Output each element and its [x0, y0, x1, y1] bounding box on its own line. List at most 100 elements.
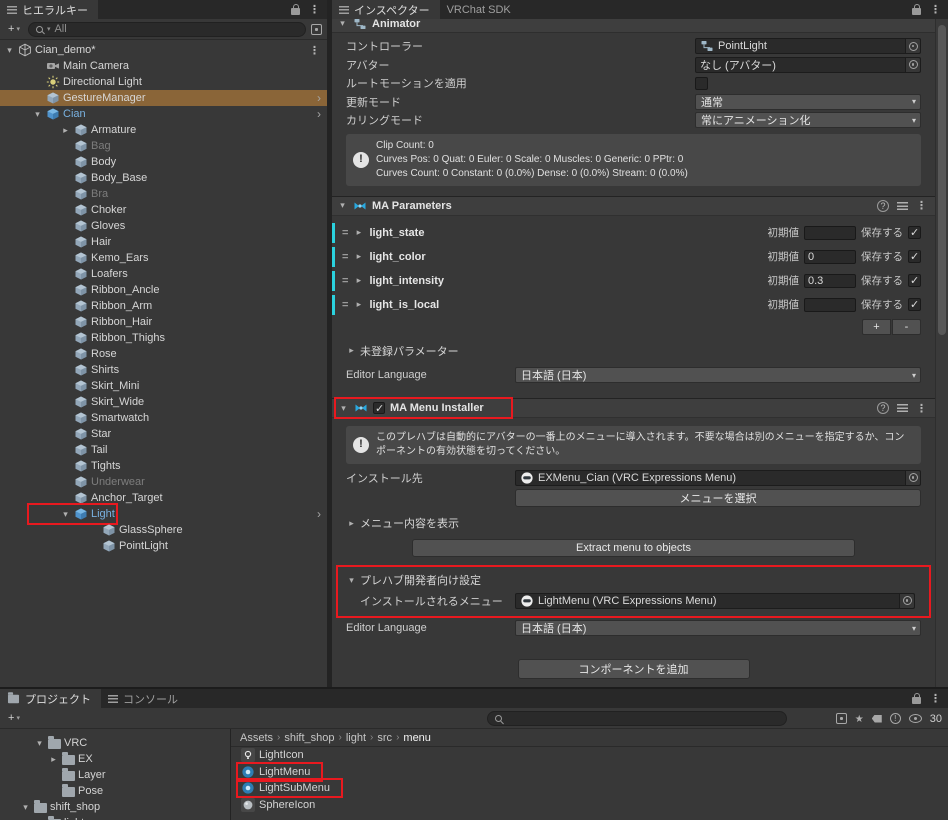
expand-toggle-icon[interactable] [338, 403, 349, 414]
hierarchy-row[interactable]: Gloves [0, 218, 327, 234]
project-folder-row[interactable]: ▾ shift_shop [0, 799, 230, 815]
breadcrumb-item[interactable]: menu [403, 732, 431, 744]
expand-toggle-icon[interactable]: ▾ [4, 45, 15, 56]
object-picker-button[interactable] [905, 39, 920, 53]
hierarchy-row[interactable]: Body_Base [0, 170, 327, 186]
open-search-window-icon[interactable] [311, 23, 322, 35]
hierarchy-row[interactable]: Bag [0, 138, 327, 154]
visibility-eye-icon[interactable] [908, 714, 922, 723]
default-value-input[interactable] [804, 297, 856, 312]
expand-toggle-icon[interactable]: ▾ [20, 802, 31, 813]
hierarchy-row[interactable]: Body [0, 154, 327, 170]
hierarchy-row[interactable]: ▾ Light › [0, 503, 327, 525]
lock-icon[interactable] [912, 3, 921, 15]
expand-toggle-icon[interactable]: ▸ [353, 251, 364, 262]
project-folder-row[interactable]: ▸ EX [0, 751, 230, 767]
breadcrumb-item[interactable]: Assets [240, 732, 273, 744]
hierarchy-row[interactable]: Ribbon_Hair [0, 314, 327, 330]
hierarchy-row[interactable]: GestureManager › [0, 90, 327, 106]
favorite-star-icon[interactable] [855, 713, 864, 725]
component-enabled-checkbox[interactable] [373, 402, 385, 415]
editor-language-dropdown[interactable]: 日本語 (日本) [515, 620, 921, 636]
install-target-field[interactable]: EXMenu_Cian (VRC Expressions Menu) [515, 469, 921, 486]
hierarchy-row[interactable]: Skirt_Mini [0, 378, 327, 394]
expand-toggle-icon[interactable]: ▸ [353, 227, 364, 238]
avatar-object-field[interactable]: なし (アバター) [695, 56, 921, 73]
select-menu-button[interactable]: メニューを選択 [515, 489, 921, 507]
hierarchy-row[interactable]: Kemo_Ears [0, 250, 327, 266]
ma-parameters-header[interactable]: MA Parameters [332, 195, 935, 216]
breadcrumb-item[interactable]: light [346, 732, 366, 744]
hierarchy-row[interactable]: Rose [0, 346, 327, 362]
hierarchy-row[interactable]: Bra [0, 186, 327, 202]
kebab-menu-icon[interactable] [309, 3, 320, 16]
hierarchy-row[interactable]: PointLight [0, 538, 327, 554]
project-file-row[interactable]: LightMenu [231, 761, 948, 782]
hierarchy-row[interactable]: GlassSphere [0, 522, 327, 538]
hierarchy-row[interactable]: Directional Light [0, 74, 327, 90]
hierarchy-row[interactable]: ▾ Cian › [0, 106, 327, 122]
drag-handle-icon[interactable]: = [342, 251, 348, 263]
presets-icon[interactable] [897, 201, 908, 210]
culling-mode-dropdown[interactable]: 常にアニメーション化 [695, 112, 921, 128]
update-mode-dropdown[interactable]: 通常 [695, 93, 921, 110]
remove-parameter-button[interactable]: - [892, 318, 921, 335]
drag-handle-icon[interactable]: = [342, 299, 348, 311]
project-file-row[interactable]: SphereIcon [231, 797, 948, 814]
scrollbar-thumb[interactable] [938, 25, 946, 335]
expand-toggle-icon[interactable]: ▾ [32, 109, 43, 120]
alert-icon[interactable] [889, 713, 901, 724]
project-file-row[interactable]: LightIcon [231, 747, 948, 764]
default-value-input[interactable]: 0 [804, 249, 856, 264]
controller-object-field[interactable]: PointLight [695, 38, 921, 54]
parameter-row[interactable]: = ▸ light_color 初期値 0 保存する [332, 246, 921, 267]
unregistered-parameters-foldout[interactable]: 未登録パラメーター [346, 343, 921, 359]
project-folder-row[interactable]: ▸light [0, 815, 230, 820]
tab-vrchat-sdk[interactable]: VRChat SDK [440, 0, 521, 19]
kebab-menu-icon[interactable] [309, 44, 320, 57]
hierarchy-row[interactable]: Choker [0, 202, 327, 218]
tab-hierarchy[interactable]: ヒエラルキー [0, 0, 98, 19]
drag-handle-icon[interactable]: = [342, 227, 348, 239]
hierarchy-row[interactable]: Main Camera [0, 58, 327, 74]
expand-toggle-icon[interactable]: ▸ [353, 299, 364, 310]
hierarchy-row[interactable]: ▸ Armature [0, 122, 327, 138]
project-folder-row[interactable]: Pose [0, 783, 230, 799]
ma-menu-installer-header[interactable]: MA Menu Installer [332, 397, 935, 419]
installed-menu-field[interactable]: LightMenu (VRC Expressions Menu) [515, 592, 915, 609]
tab-console[interactable]: コンソール [101, 689, 188, 708]
hierarchy-row[interactable]: Anchor_Target [0, 490, 327, 506]
tab-inspector[interactable]: インスペクター [332, 0, 440, 19]
expand-toggle-icon[interactable]: ▸ [353, 275, 364, 286]
tab-project[interactable]: プロジェクト [0, 689, 101, 708]
parameter-row[interactable]: = ▸ light_state 初期値 保存する [332, 222, 921, 243]
hierarchy-row[interactable]: Loafers [0, 266, 327, 282]
prefab-open-chevron[interactable]: › [317, 507, 321, 521]
search-options-icon[interactable] [835, 713, 847, 724]
kebab-menu-icon[interactable] [930, 3, 941, 16]
expand-toggle-icon[interactable]: ▸ [60, 125, 71, 136]
create-object-button[interactable]: + ▾ [5, 23, 23, 35]
project-folder-row[interactable]: ▾ VRC [0, 735, 230, 751]
kebab-menu-icon[interactable] [930, 692, 941, 705]
kebab-menu-icon[interactable] [916, 402, 927, 415]
breadcrumb-item[interactable]: shift_shop [284, 732, 334, 744]
expand-toggle-icon[interactable]: ▾ [60, 509, 71, 520]
presets-icon[interactable] [897, 404, 908, 412]
editor-language-dropdown[interactable]: 日本語 (日本) [515, 367, 921, 383]
prefab-open-chevron[interactable]: › [317, 107, 321, 121]
expand-toggle-icon[interactable]: ▾ [34, 738, 45, 749]
lock-icon[interactable] [291, 3, 300, 15]
add-component-button[interactable]: コンポーネントを追加 [517, 659, 750, 679]
animator-header[interactable]: Animator [332, 19, 935, 32]
object-picker-button[interactable] [905, 470, 920, 485]
project-folder-row[interactable]: Layer [0, 767, 230, 783]
object-picker-button[interactable] [899, 593, 914, 608]
default-value-input[interactable] [804, 225, 856, 240]
project-search-input[interactable] [487, 711, 787, 726]
show-menu-contents-foldout[interactable]: メニュー内容を表示 [346, 515, 921, 531]
expand-toggle-icon[interactable] [337, 200, 348, 211]
expand-toggle-icon[interactable] [337, 19, 348, 29]
expand-toggle-icon[interactable]: ▸ [48, 754, 59, 765]
root-motion-checkbox[interactable] [695, 76, 708, 90]
